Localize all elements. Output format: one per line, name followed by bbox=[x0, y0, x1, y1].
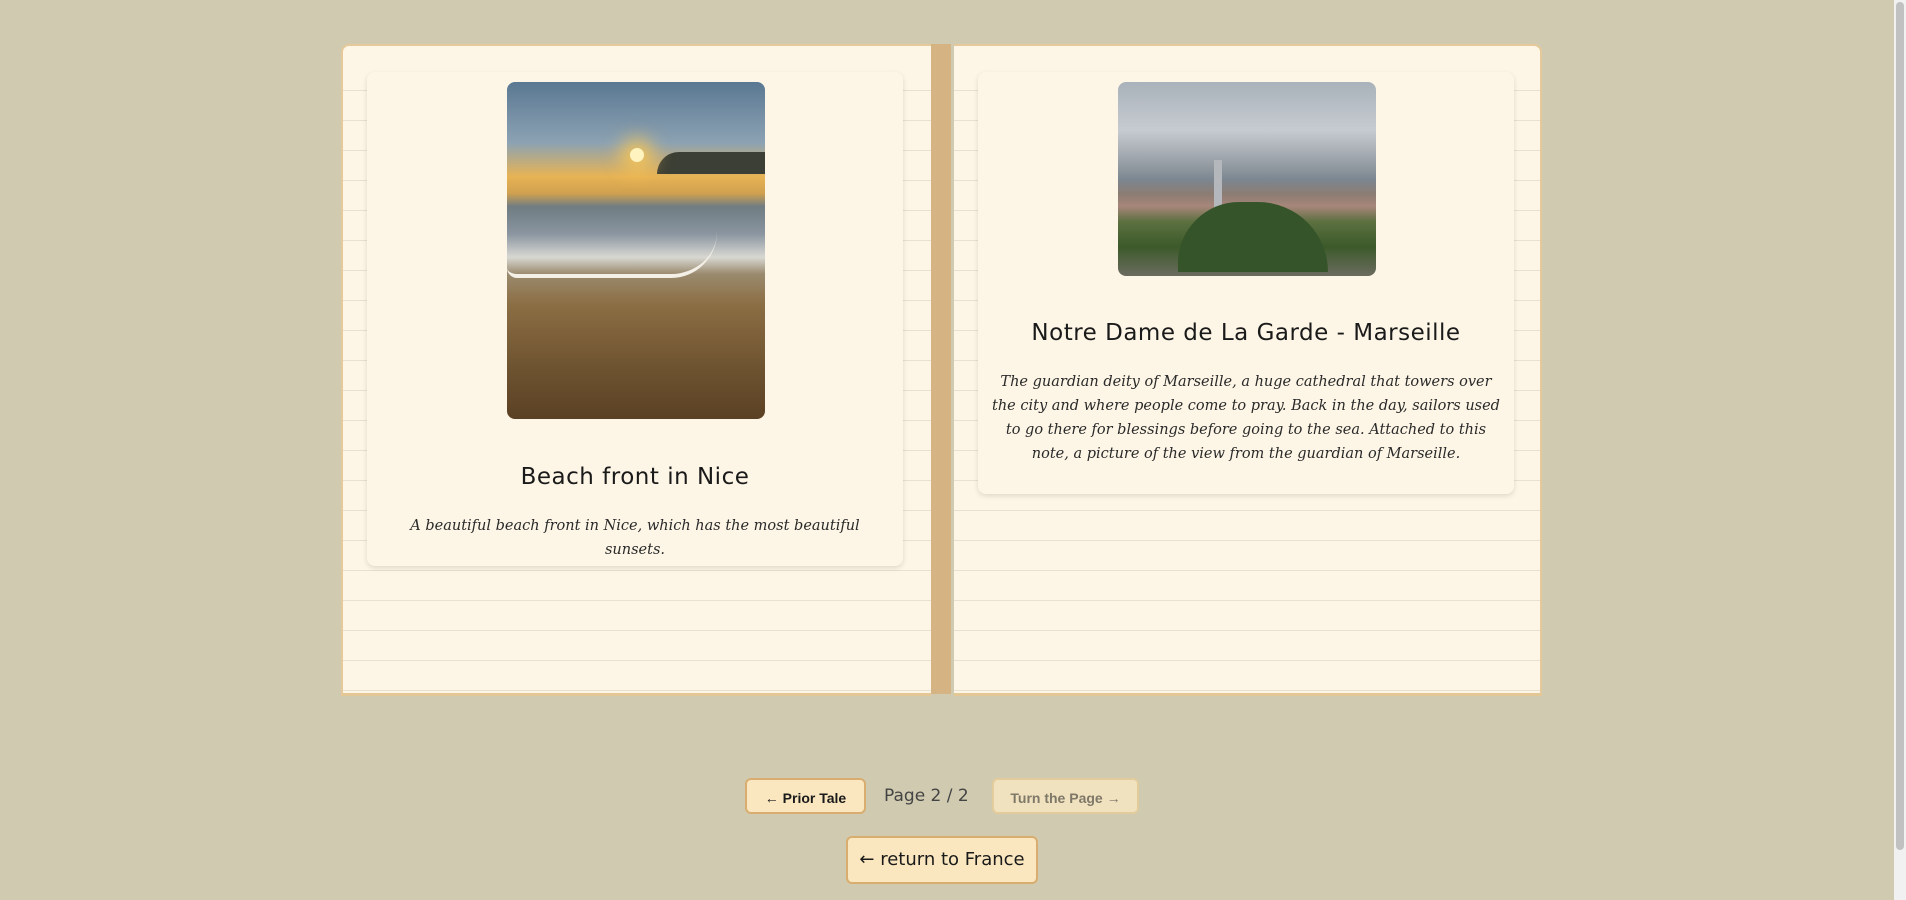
scrollbar-thumb[interactable] bbox=[1896, 2, 1904, 850]
page-indicator: Page 2 / 2 bbox=[884, 786, 969, 806]
hill-shape bbox=[657, 152, 765, 174]
wave-foam bbox=[507, 232, 717, 278]
scrollbar[interactable] bbox=[1894, 0, 1906, 900]
left-page: Beach front in Nice A beautiful beach fr… bbox=[341, 44, 931, 696]
card-title: Beach front in Nice bbox=[520, 464, 750, 490]
beach-photo bbox=[507, 82, 765, 419]
turn-page-button[interactable]: Turn the Page → bbox=[992, 778, 1139, 814]
card-title: Notre Dame de La Garde - Marseille bbox=[1031, 320, 1461, 346]
card-description: A beautiful beach front in Nice, which h… bbox=[410, 518, 860, 558]
return-to-france-button[interactable]: ← return to France bbox=[846, 836, 1038, 884]
card-description: The guardian deity of Marseille, a huge … bbox=[992, 374, 1500, 462]
journal-book: Beach front in Nice A beautiful beach fr… bbox=[341, 44, 1542, 696]
story-card-nice: Beach front in Nice A beautiful beach fr… bbox=[367, 72, 903, 566]
marseille-photo bbox=[1118, 82, 1376, 276]
prior-tale-button[interactable]: ← Prior Tale bbox=[745, 778, 866, 814]
pagination-bar: ← Prior Tale Page 2 / 2 Turn the Page → bbox=[0, 778, 1882, 818]
tower-shape bbox=[1214, 160, 1222, 210]
story-card-marseille: Notre Dame de La Garde - Marseille The g… bbox=[978, 72, 1514, 494]
right-page: Notre Dame de La Garde - Marseille The g… bbox=[954, 44, 1542, 696]
trees-shape bbox=[1178, 202, 1328, 272]
sun-shape bbox=[630, 148, 644, 162]
book-spine bbox=[931, 44, 951, 694]
